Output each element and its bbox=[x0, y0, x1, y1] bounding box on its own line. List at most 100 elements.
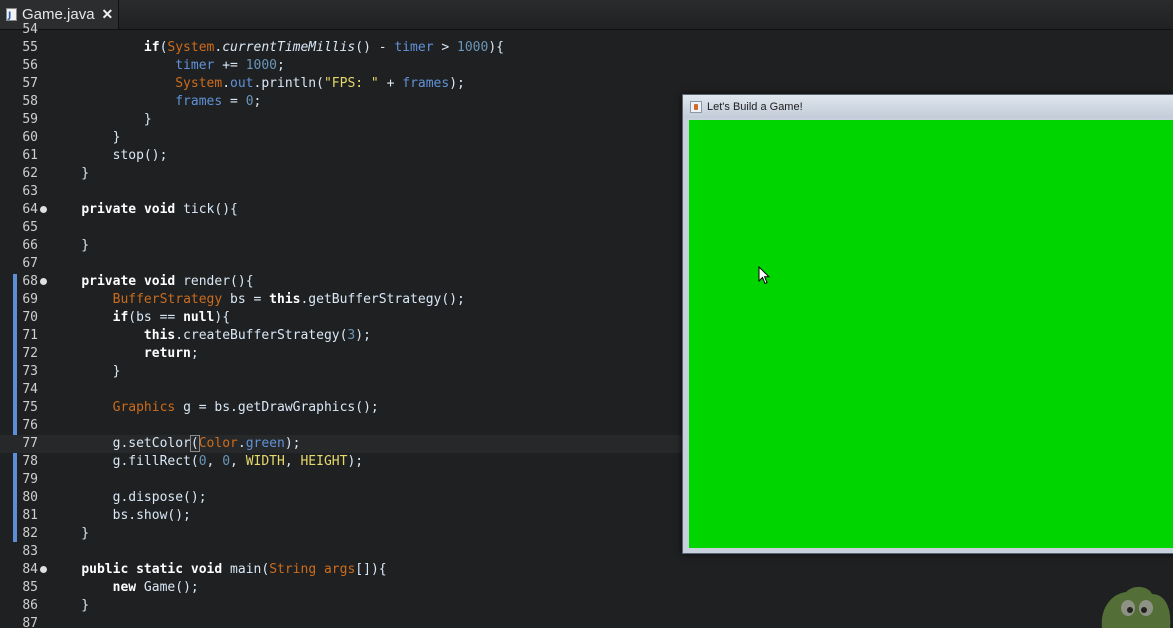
line-number: 64 bbox=[22, 202, 38, 217]
code-token: ); bbox=[347, 454, 364, 469]
code-token: timer bbox=[175, 58, 215, 73]
line-number: 82 bbox=[22, 526, 38, 541]
line-number: 77 bbox=[22, 436, 38, 451]
code-token: if bbox=[112, 310, 129, 325]
line-number: 76 bbox=[22, 418, 38, 433]
fold-toggle-icon[interactable] bbox=[40, 566, 47, 573]
code-token: private bbox=[81, 274, 137, 289]
code-text: if(System.currentTimeMillis() - timer > … bbox=[50, 39, 504, 57]
line-number: 81 bbox=[22, 508, 38, 523]
code-text: } bbox=[50, 111, 152, 129]
code-token: ); bbox=[449, 76, 465, 91]
code-text: g.fillRect(0, 0, WIDTH, HEIGHT); bbox=[50, 453, 364, 471]
code-token: return bbox=[143, 346, 191, 361]
code-text: private void render(){ bbox=[50, 273, 254, 291]
code-token: } bbox=[50, 130, 121, 145]
line-number: 67 bbox=[22, 256, 38, 271]
code-token: currentTimeMillis bbox=[222, 40, 356, 55]
code-token: static bbox=[136, 562, 184, 577]
code-text: stop(); bbox=[50, 147, 168, 165]
code-token: bs = bbox=[222, 292, 270, 307]
code-token: (bs == bbox=[128, 310, 184, 325]
code-token: 1000 bbox=[245, 58, 277, 73]
code-text: new Game(); bbox=[50, 579, 199, 597]
code-text: Graphics g = bs.getDrawGraphics(); bbox=[50, 399, 379, 417]
code-line[interactable]: 54 bbox=[0, 21, 1173, 39]
code-token: } bbox=[50, 166, 90, 181]
line-number: 84 bbox=[22, 562, 38, 577]
code-token: timer bbox=[394, 40, 434, 55]
code-token: Color bbox=[198, 436, 238, 451]
code-token: stop(); bbox=[50, 148, 168, 163]
code-token: tick(){ bbox=[175, 202, 238, 217]
code-token: 0 bbox=[198, 454, 207, 469]
code-text: } bbox=[50, 525, 89, 543]
game-window-titlebar[interactable]: Let's Build a Game! bbox=[683, 95, 1173, 118]
code-token: new bbox=[112, 580, 137, 595]
code-line[interactable]: 56 timer += 1000; bbox=[0, 57, 1173, 75]
line-number: 69 bbox=[22, 292, 38, 307]
code-token: System bbox=[167, 40, 215, 55]
code-line[interactable]: 86 } bbox=[0, 597, 1173, 615]
line-number: 85 bbox=[22, 580, 38, 595]
mascot-logo-icon bbox=[1101, 586, 1171, 628]
code-line[interactable]: 57 System.out.println("FPS: " + frames); bbox=[0, 75, 1173, 93]
code-text: public static void main(String args[]){ bbox=[50, 561, 386, 579]
code-token: void bbox=[190, 562, 223, 577]
line-number: 68 bbox=[22, 274, 38, 289]
code-token: 1000 bbox=[457, 40, 489, 55]
code-token: = bbox=[222, 94, 246, 109]
code-text: return; bbox=[50, 345, 199, 363]
code-token: } bbox=[50, 112, 152, 127]
code-token: out bbox=[230, 76, 254, 91]
code-text: bs.show(); bbox=[50, 507, 191, 525]
line-number: 78 bbox=[22, 454, 38, 469]
code-token: .getBufferStrategy(); bbox=[300, 292, 465, 307]
code-token: Graphics bbox=[112, 400, 176, 415]
code-line[interactable]: 87 bbox=[0, 615, 1173, 628]
game-window-title: Let's Build a Game! bbox=[707, 100, 803, 113]
game-window[interactable]: Let's Build a Game! bbox=[682, 94, 1173, 554]
line-number: 55 bbox=[22, 40, 38, 55]
code-token: this bbox=[143, 328, 176, 343]
code-token: void bbox=[143, 202, 176, 217]
fold-toggle-icon[interactable] bbox=[40, 206, 47, 213]
code-token: render(){ bbox=[175, 274, 254, 289]
code-token: WIDTH bbox=[245, 454, 285, 469]
line-number: 75 bbox=[22, 400, 38, 415]
java-app-icon bbox=[690, 100, 702, 113]
code-token: ( bbox=[189, 435, 200, 452]
code-text: frames = 0; bbox=[50, 93, 261, 111]
line-number: 63 bbox=[22, 184, 38, 199]
code-line[interactable]: 84 public static void main(String args[]… bbox=[0, 561, 1173, 579]
code-line[interactable]: 85 new Game(); bbox=[0, 579, 1173, 597]
code-token: green bbox=[245, 436, 285, 451]
ide-window: J Game.java ✕ 54 55 if(System.currentTime… bbox=[0, 0, 1173, 628]
line-number: 72 bbox=[22, 346, 38, 361]
code-token: . bbox=[222, 76, 231, 91]
code-token: System bbox=[175, 76, 223, 91]
code-text: if(bs == null){ bbox=[50, 309, 230, 327]
fold-toggle-icon[interactable] bbox=[40, 278, 47, 285]
line-number: 56 bbox=[22, 58, 38, 73]
code-line[interactable]: 55 if(System.currentTimeMillis() - timer… bbox=[0, 39, 1173, 57]
code-token: g.dispose(); bbox=[50, 490, 207, 505]
code-token: } bbox=[50, 526, 90, 541]
code-token: .createBufferStrategy( bbox=[175, 328, 348, 343]
code-token: ){ bbox=[214, 310, 231, 325]
code-token: 0 bbox=[222, 454, 231, 469]
code-token: if bbox=[143, 40, 160, 55]
game-canvas[interactable] bbox=[689, 120, 1173, 548]
